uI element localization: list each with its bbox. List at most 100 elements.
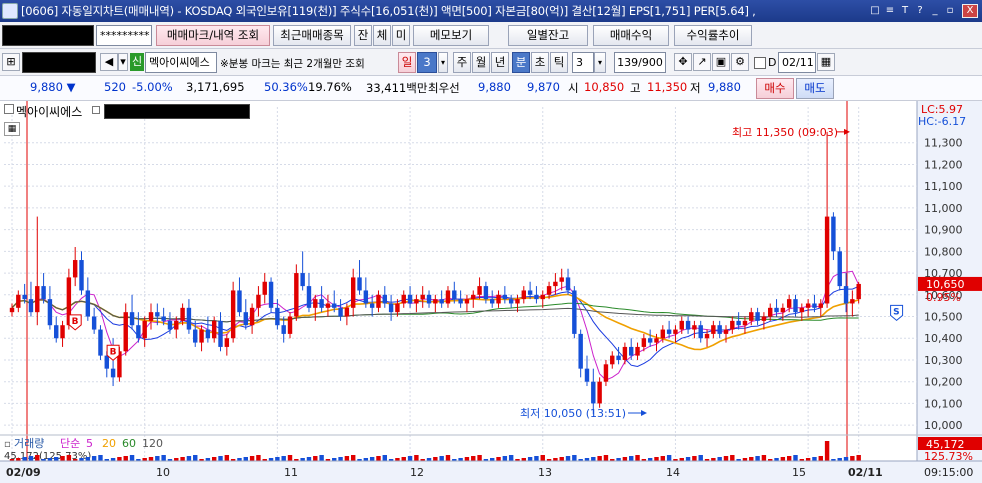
chevron-down-icon[interactable]: ▾ xyxy=(438,52,448,73)
minimize-icon[interactable]: _ xyxy=(928,4,942,18)
x-tick-label: 13 xyxy=(538,466,552,479)
buy-button[interactable]: 매수 xyxy=(756,78,794,99)
volume-bar xyxy=(376,456,381,461)
high-price: 11,350 xyxy=(647,80,688,94)
account-number-field[interactable] xyxy=(2,25,94,46)
y-tick-label: 10,900 xyxy=(924,224,963,237)
low-annotation: 최저 10,050 (13:51) xyxy=(520,407,626,420)
trade-profit-button[interactable]: 매매수익 xyxy=(593,25,669,46)
yield-trend-button[interactable]: 수익률추이 xyxy=(674,25,752,46)
stock-name-field[interactable]: 멕아이씨에스 xyxy=(145,52,217,73)
volume-bar xyxy=(85,457,91,461)
account-password-field[interactable]: ********* xyxy=(96,25,152,46)
period-tick-button[interactable]: 틱 xyxy=(550,52,568,73)
candle-body xyxy=(805,303,811,308)
trade-mark-query-button[interactable]: 매매마크/내역 조회 xyxy=(156,25,270,46)
candle-body xyxy=(793,299,798,313)
ask-price: 9,880 xyxy=(478,80,511,94)
volume-bar xyxy=(477,455,482,461)
grid-table-icon[interactable]: ▦ xyxy=(4,122,20,136)
volume-bar xyxy=(527,457,533,461)
volume-bar xyxy=(249,456,255,461)
candle-body xyxy=(616,355,621,360)
candle-body xyxy=(584,368,590,382)
y-tick-label: 11,000 xyxy=(924,202,963,215)
volume-bar xyxy=(319,455,324,461)
unfilled-button[interactable]: 미 xyxy=(392,25,410,46)
layout-icon[interactable]: □ xyxy=(868,4,882,18)
period-minute-button[interactable]: 분 xyxy=(512,52,530,73)
period-week-button[interactable]: 주 xyxy=(453,52,471,73)
volume-ma-label: 단순 xyxy=(60,437,80,450)
candle-body xyxy=(79,260,84,291)
calendar-icon[interactable]: ▦ xyxy=(817,53,835,71)
x-tick-label: 10 xyxy=(156,466,170,479)
date-field[interactable]: 02/11 xyxy=(778,52,816,73)
crosshair-icon[interactable]: ✥ xyxy=(674,53,692,71)
sell-button[interactable]: 매도 xyxy=(796,78,834,99)
balance-button[interactable]: 잔 xyxy=(354,25,372,46)
close-icon[interactable]: X xyxy=(962,4,978,18)
candle-body xyxy=(641,338,647,347)
volume-bar xyxy=(275,457,280,461)
candle-body xyxy=(831,216,836,252)
candle-body xyxy=(540,294,545,300)
tick-value-select[interactable]: 3 xyxy=(572,52,594,73)
settings-gear-icon[interactable]: ⚙ xyxy=(731,53,749,71)
volume-bar xyxy=(534,456,539,461)
period-year-button[interactable]: 년 xyxy=(491,52,509,73)
menu-icon[interactable]: ≡ xyxy=(883,4,897,18)
best-quote-label: 최우선 xyxy=(428,81,460,95)
daily-balance-button[interactable]: 일별잔고 xyxy=(508,25,588,46)
dropdown-arrow-icon[interactable]: ▾ xyxy=(118,53,128,71)
volume-ma-period: 120 xyxy=(142,437,163,450)
candle-body xyxy=(142,320,147,339)
recent-trades-button[interactable]: 최근매매종목 xyxy=(273,25,351,46)
volume-bar xyxy=(591,457,596,461)
price-change: 520 xyxy=(104,80,126,94)
candle-body xyxy=(369,303,375,308)
candle-body xyxy=(47,299,53,326)
filled-button[interactable]: 체 xyxy=(373,25,391,46)
volume-bar xyxy=(559,457,564,461)
title-bar: [0606] 자동일지차트(매매내역) - KOSDAQ 외국인보유[119(천… xyxy=(0,0,982,22)
low-label: 저 xyxy=(690,81,701,95)
volume-bar xyxy=(597,456,602,461)
candle-body xyxy=(483,286,489,300)
candle-body xyxy=(711,325,716,334)
chart-collapse-icon[interactable] xyxy=(4,104,14,114)
volume-bar xyxy=(91,456,97,461)
minute-mark-notice: ※분봉 마크는 최근 2개월만 조회 xyxy=(220,58,365,70)
data-count-field[interactable]: 139/900 xyxy=(614,52,666,73)
help-icon[interactable]: ? xyxy=(913,4,927,18)
candle-body xyxy=(357,277,362,291)
candle-body xyxy=(174,320,179,330)
period-month-button[interactable]: 월 xyxy=(472,52,490,73)
date-checkbox[interactable] xyxy=(754,57,766,69)
draw-tool-icon[interactable]: ↗ xyxy=(693,53,711,71)
period-day-button[interactable]: 일 xyxy=(398,52,416,73)
volume-ratio: 50.36% xyxy=(264,80,308,94)
stock-code-field[interactable] xyxy=(22,52,96,73)
chart-option-icon[interactable] xyxy=(92,106,100,114)
candle-body xyxy=(407,294,413,304)
period-second-button[interactable]: 초 xyxy=(531,52,549,73)
text-icon[interactable]: T xyxy=(898,4,912,18)
candle-body xyxy=(824,216,830,304)
candle-body xyxy=(350,277,356,308)
volume-bar xyxy=(256,455,261,461)
candle-body xyxy=(565,277,571,291)
candle-body xyxy=(698,325,703,339)
save-icon[interactable]: ▣ xyxy=(712,53,730,71)
volume-bar xyxy=(502,456,508,461)
sound-icon[interactable]: ◀ xyxy=(100,53,118,71)
candlestick-chart[interactable]: 11,30011,20011,10011,00010,90010,80010,7… xyxy=(0,101,982,483)
memo-view-button[interactable]: 메모보기 xyxy=(413,25,489,46)
volume-bar xyxy=(66,455,72,461)
volume-bar xyxy=(445,455,451,461)
tick-dropdown-icon[interactable]: ▾ xyxy=(594,52,606,73)
stock-search-icon[interactable]: ⊞ xyxy=(2,53,20,71)
volume-title: 거래량 xyxy=(14,437,44,450)
maximize-icon[interactable]: ▫ xyxy=(943,4,957,18)
period-number-select[interactable]: 3 xyxy=(417,52,437,73)
